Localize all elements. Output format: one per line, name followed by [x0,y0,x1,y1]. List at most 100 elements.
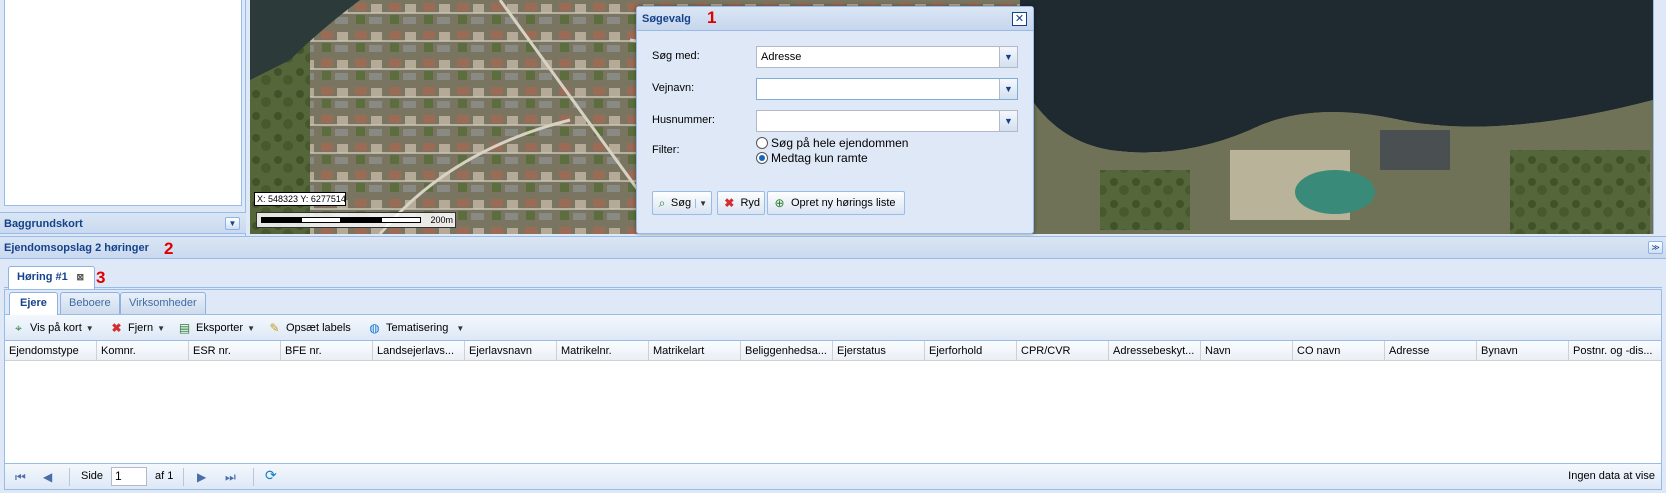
filter-label: Filter: [652,144,680,156]
button-label: Opsæt labels [286,322,351,334]
delete-icon: ✖ [724,195,735,210]
separator [253,468,254,486]
column-header[interactable]: Beliggenhedsa... [741,341,833,360]
scale-segment [381,217,421,223]
chevron-down-icon: ▼ [157,323,165,333]
dialog-header[interactable]: Søgevalg ✕ [637,7,1033,31]
left-panel: Baggrundskort ▼ [0,0,246,236]
radio-only-hit[interactable]: Medtag kun ramte [756,151,868,165]
background-map-title: Baggrundskort [4,218,83,230]
dialog-title: Søgevalg [642,13,691,25]
annotation-3: 3 [96,268,106,287]
tab-label: Ejere [20,297,47,309]
grid-header: Ejendomstype Komnr. ESR nr. BFE nr. Land… [5,341,1661,361]
tab-label: Virksomheder [129,297,197,309]
thematize-button[interactable]: ◍ Tematisering ▼ [367,319,464,337]
radio-label: Medtag kun ramte [771,151,868,165]
collapse-chevron-icon[interactable]: ≫ [1648,241,1663,254]
column-header[interactable]: Adresse [1385,341,1477,360]
separator [183,468,184,486]
delete-icon: ✖ [111,320,122,335]
street-label: Vejnavn: [652,82,695,94]
tab-owners[interactable]: Ejere [9,292,58,315]
search-by-label: Søg med: [652,50,700,62]
column-header[interactable]: Bynavn [1477,341,1569,360]
annotation-2: 2 [164,239,174,258]
column-header[interactable]: Ejerlavsnavn [465,341,557,360]
column-header[interactable]: CPR/CVR [1017,341,1109,360]
column-header[interactable]: Ejendomstype [5,341,97,360]
search-button[interactable]: ⌕ Søg ▼ [652,191,712,215]
column-header[interactable]: CO navn [1293,341,1385,360]
chevron-down-icon: ▼ [85,323,94,333]
column-header[interactable]: Komnr. [97,341,189,360]
palette-icon: ◍ [369,320,380,335]
top-region: Baggrundskort ▼ X: 548323 Y: 6277514 200… [0,0,1666,236]
chevron-down-icon[interactable]: ▼ [695,198,707,208]
column-header[interactable]: Navn [1201,341,1293,360]
radio-whole-property[interactable]: Søg på hele ejendommen [756,136,908,150]
page-label: Side [81,470,104,482]
pencil-icon: ✎ [269,320,280,335]
house-number-combo[interactable]: ▼ [756,110,1018,132]
tab-residents[interactable]: Beboere [60,292,120,314]
column-header[interactable]: Ejerforhold [925,341,1017,360]
button-label: Vis på kort [30,322,82,334]
close-icon[interactable]: ⊠ [75,272,86,283]
search-icon: ⌕ [658,195,666,210]
collapse-chevron-icon[interactable]: ▼ [225,217,240,230]
column-header[interactable]: Adressebeskyt... [1109,341,1201,360]
empty-grid-message: Ingen data at vise [1568,470,1655,482]
create-list-button[interactable]: ⊕ Opret ny hørings liste [767,191,905,215]
map-pin-icon: ⌖ [15,320,22,335]
street-combo[interactable]: ▼ [756,78,1018,100]
house-number-label: Husnummer: [652,114,715,126]
tab-hearing-1[interactable]: Høring #1 ⊠ [8,266,95,289]
search-button-label: Søg [670,197,692,209]
show-on-map-button[interactable]: ⌖ Vis på kort ▼ [11,319,94,337]
annotation-1: 1 [707,8,717,27]
search-by-value: Adresse [761,51,802,63]
close-icon[interactable]: ✕ [1012,12,1027,26]
column-header[interactable]: Ejerstatus [833,341,925,360]
tab-label: Beboere [69,297,111,309]
export-icon: ▤ [178,320,191,335]
scale-segment [301,217,341,223]
first-page-icon[interactable]: ⏮ [15,470,26,485]
clear-button-label: Ryd [740,197,760,209]
labels-button[interactable]: ✎ Opsæt labels [267,319,351,337]
radio-label: Søg på hele ejendommen [771,136,909,150]
next-page-icon[interactable]: ▶ [197,470,206,484]
section-header[interactable]: Ejendomsopslag 2 høringer ≫ [0,236,1666,259]
export-button[interactable]: ▤ Eksporter ▼ [177,319,255,337]
layer-list [4,0,242,206]
tab-companies[interactable]: Virksomheder [120,292,206,314]
column-header[interactable]: Matrikelnr. [557,341,649,360]
button-label: Tematisering [386,322,449,334]
add-list-icon: ⊕ [774,195,785,210]
column-header[interactable]: Postnr. og -dis... [1569,341,1661,360]
chevron-down-icon[interactable]: ▼ [999,47,1017,67]
scale-label: 200m [430,215,453,225]
paging-toolbar: ⏮ ◀ Side 1 af 1 ▶ ⏭ ⟳ Ingen data at vise [5,463,1661,489]
chevron-down-icon: ▼ [247,323,255,333]
last-page-icon[interactable]: ⏭ [225,470,236,485]
radio-button[interactable] [756,137,768,149]
column-header[interactable]: Matrikelart [649,341,741,360]
column-header[interactable]: BFE nr. [281,341,373,360]
radio-button[interactable] [756,152,768,164]
page-number-input[interactable]: 1 [111,467,147,486]
map-right-edge [1653,0,1666,234]
chevron-down-icon[interactable]: ▼ [999,79,1017,99]
chevron-down-icon[interactable]: ▼ [999,111,1017,131]
search-by-select[interactable]: Adresse ▼ [756,46,1018,68]
column-header[interactable]: ESR nr. [189,341,281,360]
background-map-header[interactable]: Baggrundskort ▼ [0,212,246,234]
prev-page-icon[interactable]: ◀ [43,470,52,484]
remove-button[interactable]: ✖ Fjern ▼ [109,319,165,337]
column-header[interactable]: Landsejerlavs... [373,341,465,360]
clear-button[interactable]: ✖ Ryd [717,191,765,215]
result-type-tabs: Ejere Beboere Virksomheder [5,290,1661,315]
coordinate-readout: X: 548323 Y: 6277514 [254,192,346,206]
refresh-icon[interactable]: ⟳ [265,467,277,484]
